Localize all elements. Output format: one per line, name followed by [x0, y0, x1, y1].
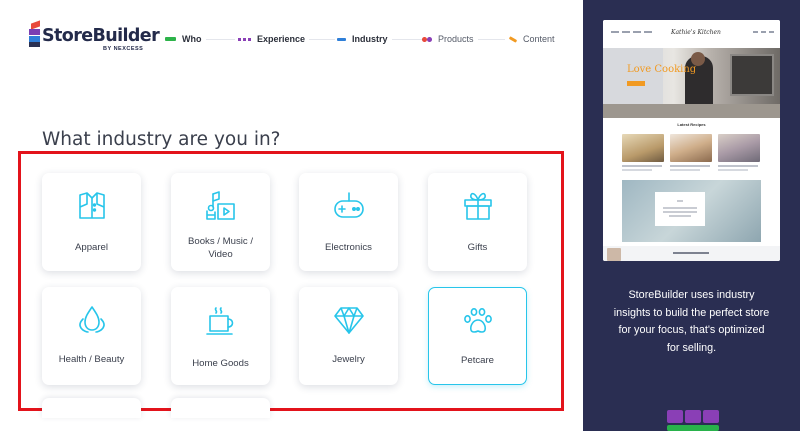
preview-nav: Kathie's Kitchen: [603, 20, 780, 48]
industry-tile-petcare[interactable]: Petcare: [428, 287, 527, 385]
gift-icon: [428, 189, 527, 223]
step-industry[interactable]: Industry: [337, 32, 392, 46]
step-who[interactable]: Who: [165, 32, 206, 46]
industry-tile-electronics[interactable]: Electronics: [299, 173, 398, 271]
preview-hero: Love Cooking: [603, 48, 780, 118]
tile-label: Gifts: [467, 242, 488, 253]
dots-icon: [238, 37, 251, 41]
bar-icon: [337, 37, 346, 41]
panel-caption: StoreBuilder uses industry insights to b…: [613, 289, 770, 354]
shirt-icon: [42, 189, 141, 223]
check-bar-icon: [165, 37, 176, 41]
info-panel: Kathie's Kitchen Love Cooking Latest Rec…: [583, 0, 800, 431]
tile-label: Electronics: [325, 242, 372, 253]
tile-label: Petcare: [460, 355, 495, 366]
preview-brand-logo: Kathie's Kitchen: [671, 29, 721, 36]
pencil-icon: [508, 35, 518, 43]
tile-label: Books / Music / Video: [187, 236, 254, 260]
preview-hero-text: Love Cooking: [627, 64, 697, 75]
step-label: Industry: [352, 34, 388, 44]
industry-tile-partial[interactable]: [42, 398, 141, 418]
industry-tile-books-music-video[interactable]: Books / Music / Video: [171, 173, 270, 271]
gamepad-icon: [299, 189, 398, 223]
step-label: Who: [182, 34, 202, 44]
industry-tile-health-beauty[interactable]: Health / Beauty: [42, 287, 141, 385]
tile-label: Jewelry: [332, 354, 365, 365]
mug-icon: [171, 305, 270, 339]
logo-wordmark: StoreBuilder: [42, 26, 160, 46]
books-music-video-icon: [171, 189, 270, 223]
main-area: StoreBuilder BY NEXCESS Who Experience I…: [0, 0, 583, 431]
tile-label: Home Goods: [192, 358, 249, 369]
industry-tile-partial[interactable]: [171, 398, 270, 418]
storebuilder-blocks-icon: [667, 410, 719, 431]
industry-tile-jewelry[interactable]: Jewelry: [299, 287, 398, 385]
droplet-icon: [42, 303, 141, 337]
circles-icon: [422, 36, 432, 42]
progress-steps: Who Experience Industry Products Content: [165, 32, 560, 46]
storebuilder-logo: StoreBuilder BY NEXCESS: [29, 20, 160, 54]
logo-mark-icon: [29, 20, 40, 47]
preview-section-title: Latest Recipes: [677, 122, 706, 127]
paw-icon: [429, 304, 526, 338]
logo-byline: BY NEXCESS: [103, 46, 144, 52]
step-label: Experience: [257, 34, 306, 44]
tile-label: Apparel: [74, 242, 109, 253]
industry-tile-home-goods[interactable]: Home Goods: [171, 287, 270, 385]
step-products[interactable]: Products: [422, 32, 478, 46]
step-label: Products: [438, 34, 474, 44]
step-label: Content: [523, 34, 555, 44]
page-title: What industry are you in?: [42, 129, 281, 150]
store-preview-image: Kathie's Kitchen Love Cooking Latest Rec…: [603, 20, 780, 261]
step-experience[interactable]: Experience: [238, 32, 310, 46]
tile-label: Health / Beauty: [58, 354, 125, 365]
industry-tile-gifts[interactable]: Gifts: [428, 173, 527, 271]
industry-tile-apparel[interactable]: Apparel: [42, 173, 141, 271]
diamond-icon: [299, 303, 398, 337]
step-content[interactable]: Content: [508, 32, 559, 46]
